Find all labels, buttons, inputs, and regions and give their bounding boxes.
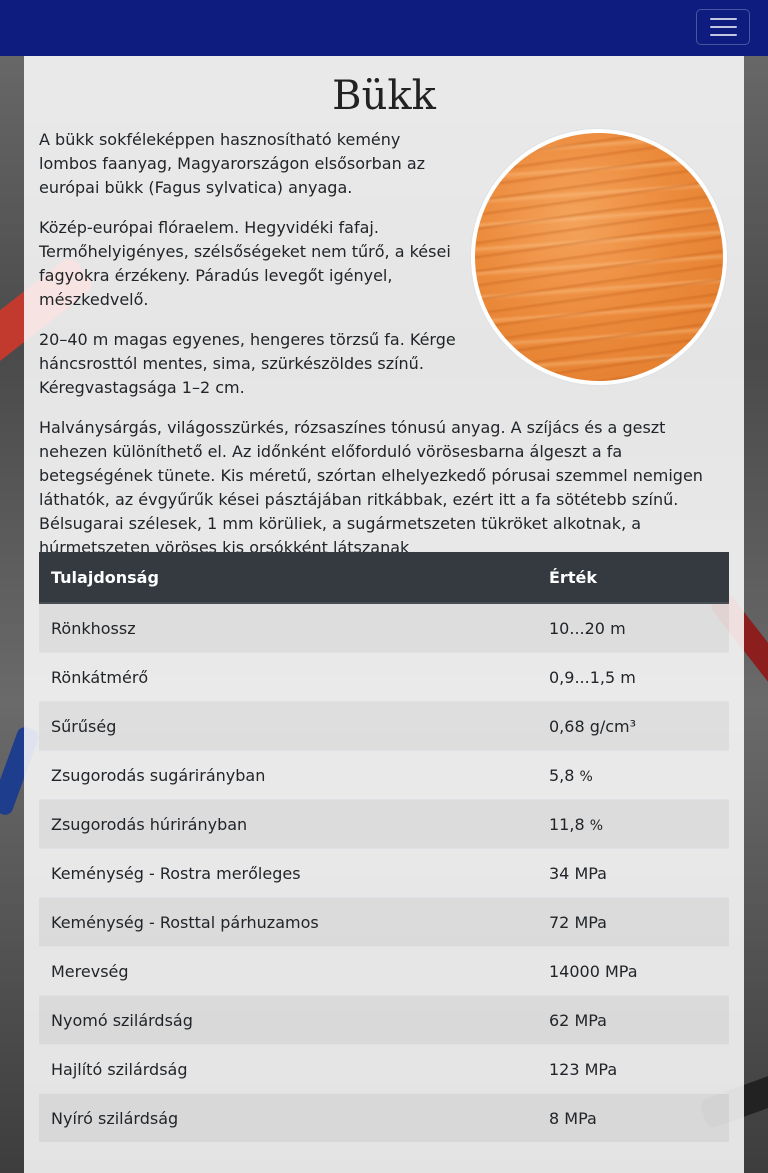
property-value: 123 MPa (537, 1044, 729, 1094)
table-row: Zsugorodás sugárirányban 5,8 % (39, 750, 729, 800)
table-row: Keménység - Rostra merőleges 34 MPa (39, 848, 729, 898)
property-value: 34 MPa (537, 848, 729, 898)
property-name: Keménység - Rostra merőleges (39, 848, 537, 898)
property-name: Keménység - Rosttal párhuzamos (39, 897, 537, 947)
value-text: 11,8 (549, 814, 590, 834)
table-row: Nyomó szilárdság 62 MPa (39, 995, 729, 1045)
value-text: 0,68 g/cm³ (549, 716, 637, 736)
table-row: Rönkhossz 10...20 m (39, 602, 729, 653)
unit-text: % (579, 768, 593, 785)
main-content: Bükk A bükk sokféleképpen hasznosítható … (24, 56, 744, 1173)
value-text: 123 MPa (549, 1059, 618, 1079)
value-text: 72 MPa (549, 912, 607, 932)
wood-sample-image (470, 128, 728, 386)
value-text: 62 MPa (549, 1010, 607, 1030)
column-header-property: Tulajdonság (39, 552, 537, 604)
table-row: Hajlító szilárdság 123 MPa (39, 1044, 729, 1094)
hamburger-icon (709, 18, 737, 20)
property-value: 0,68 g/cm³ (537, 701, 729, 751)
table-row: Merevség 14000 MPa (39, 946, 729, 996)
value-text: 34 MPa (549, 863, 607, 883)
property-name: Rönkátmérő (39, 652, 537, 702)
value-text: 10...20 m (549, 618, 626, 638)
table-row: Zsugorodás húrirányban 11,8 % (39, 799, 729, 849)
property-value: 11,8 % (537, 799, 729, 849)
property-value: 0,9...1,5 m (537, 652, 729, 702)
navbar (0, 0, 768, 56)
table-row: Sűrűség 0,68 g/cm³ (39, 701, 729, 751)
property-value: 72 MPa (537, 897, 729, 947)
paragraph-habitat: Közép-európai flóraelem. Hegyvidéki fafa… (39, 218, 451, 309)
property-name: Hajlító szilárdság (39, 1044, 537, 1094)
unit-text: % (589, 817, 604, 834)
value-text: 5,8 (549, 765, 580, 785)
property-value: 5,8 % (537, 750, 729, 800)
intro-text: A bükk sokféleképpen hasznosítható kemén… (39, 128, 459, 416)
property-value: 8 MPa (537, 1093, 729, 1142)
property-value: 62 MPa (537, 995, 729, 1045)
property-name: Nyíró szilárdság (39, 1093, 537, 1142)
property-name: Nyomó szilárdság (39, 995, 537, 1045)
table-header-row: Tulajdonság Érték (39, 552, 729, 604)
paragraph-appearance: 20–40 m magas egyenes, hengeres törzsű f… (39, 330, 456, 397)
paragraph-wood: Halványsárgás, világosszürkés, rózsaszín… (39, 418, 703, 557)
column-header-value: Érték (537, 552, 729, 604)
page-title: Bükk (332, 73, 436, 119)
property-value: 14000 MPa (537, 946, 729, 996)
property-name: Rönkhossz (39, 602, 537, 653)
property-name: Zsugorodás húrirányban (39, 799, 537, 849)
table-row: Nyíró szilárdság 8 MPa (39, 1093, 729, 1142)
property-value: 10...20 m (537, 602, 729, 653)
navbar-toggler-button[interactable] (696, 9, 750, 45)
properties-table: Tulajdonság Érték Rönkhossz 10...20 m Rönk… (39, 552, 729, 1142)
value-text: 14000 MPa (549, 961, 638, 981)
property-name: Merevség (39, 946, 537, 996)
table-row: Rönkátmérő 0,9...1,5 m (39, 652, 729, 702)
value-text: 0,9...1,5 m (549, 667, 636, 687)
property-name: Zsugorodás sugárirányban (39, 750, 537, 800)
value-text: 8 MPa (549, 1108, 597, 1128)
property-name: Sűrűség (39, 701, 537, 751)
paragraph-intro: A bükk sokféleképpen hasznosítható kemén… (39, 130, 426, 197)
table-row: Keménység - Rosttal párhuzamos 72 MPa (39, 897, 729, 947)
